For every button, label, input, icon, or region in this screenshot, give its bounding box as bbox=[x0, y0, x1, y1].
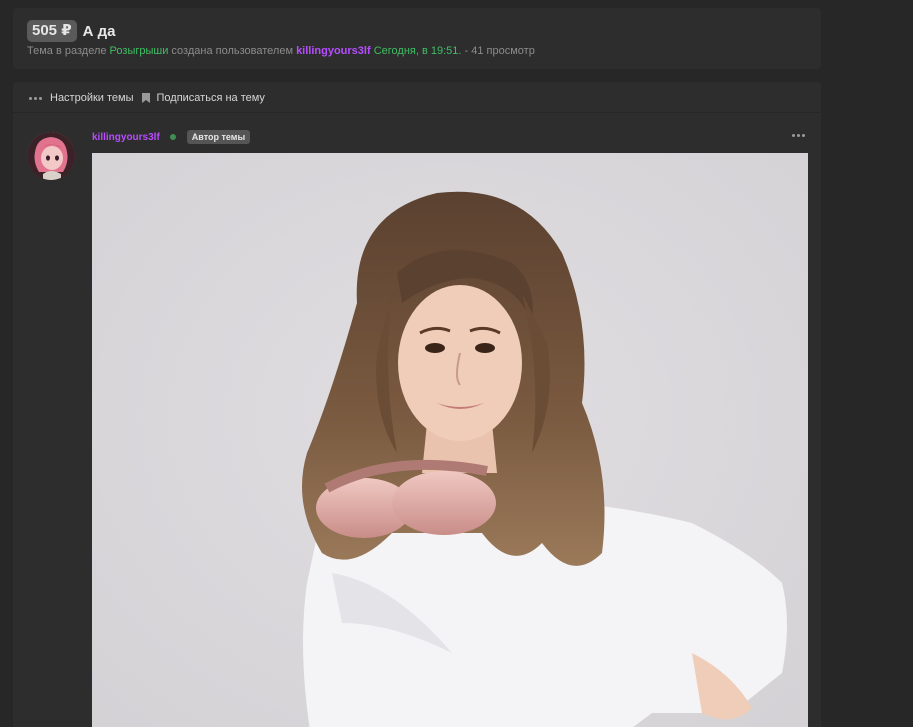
thread-header: 505 ₽ А да Тема в разделе Розыгрыши созд… bbox=[13, 8, 821, 69]
page: 505 ₽ А да Тема в разделе Розыгрыши созд… bbox=[0, 0, 913, 727]
author-badge: Автор темы bbox=[186, 130, 251, 144]
thread-actions: Настройки темы Подписаться на тему bbox=[29, 92, 265, 104]
thread-body: Настройки темы Подписаться на тему killi… bbox=[13, 82, 821, 727]
bookmark-icon[interactable] bbox=[141, 93, 150, 103]
avatar[interactable] bbox=[27, 132, 75, 180]
post-username[interactable]: killingyours3lf bbox=[92, 132, 160, 143]
avatar-image bbox=[27, 132, 75, 180]
meta-prefix: Тема в разделе bbox=[27, 45, 110, 57]
thread-settings-button[interactable]: Настройки темы bbox=[50, 92, 134, 104]
created-time-link[interactable]: Сегодня, в 19:51. bbox=[371, 45, 462, 57]
photo-illustration bbox=[92, 153, 808, 727]
thread-title: А да bbox=[82, 22, 116, 40]
view-count: - 41 просмотр bbox=[461, 45, 535, 57]
title-row: 505 ₽ А да bbox=[27, 20, 116, 42]
divider bbox=[13, 112, 821, 113]
price-badge: 505 ₽ bbox=[27, 20, 77, 42]
more-dots-icon[interactable] bbox=[29, 96, 42, 100]
post-user-row: killingyours3lf Автор темы bbox=[92, 130, 251, 144]
section-link[interactable]: Розыгрыши bbox=[110, 45, 169, 57]
thread-meta: Тема в разделе Розыгрыши создана пользов… bbox=[27, 45, 535, 57]
author-link[interactable]: killingyours3lf bbox=[296, 45, 371, 57]
online-indicator bbox=[169, 134, 176, 140]
post-image[interactable] bbox=[92, 153, 808, 727]
post-menu-icon[interactable] bbox=[792, 134, 805, 137]
subscribe-button[interactable]: Подписаться на тему bbox=[157, 92, 265, 104]
meta-created-by: создана пользователем bbox=[168, 45, 297, 57]
